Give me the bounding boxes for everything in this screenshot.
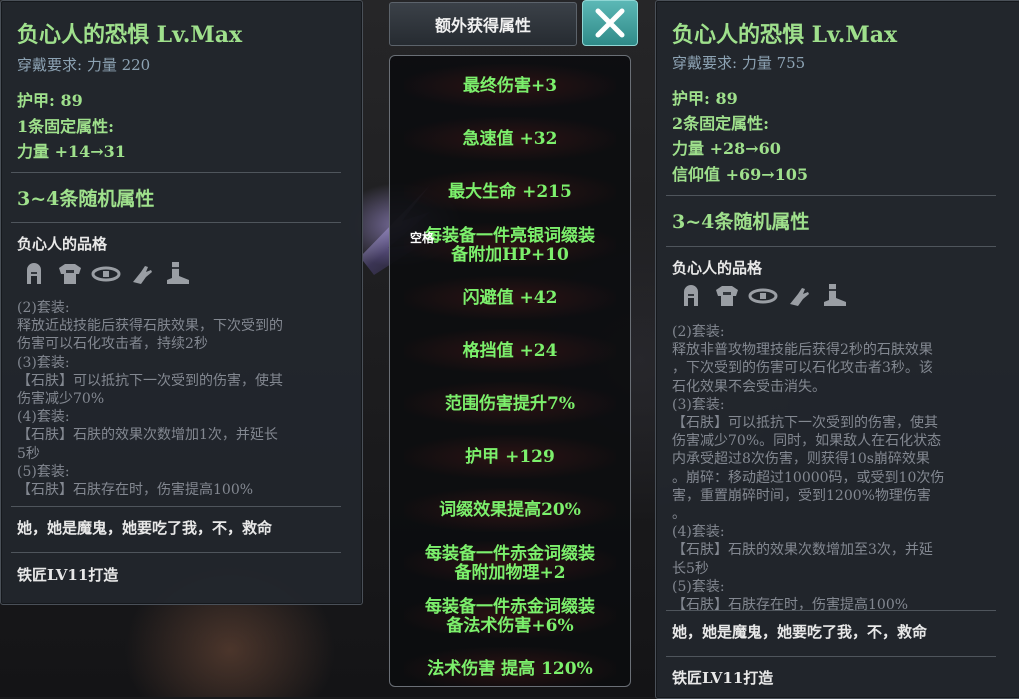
flavor-text: 她，她是魔鬼，她要吃了我，不，救命 <box>672 623 928 641</box>
set-bonus-line: (2)套装: <box>672 324 725 340</box>
set-icons <box>19 258 193 292</box>
belt-icon <box>91 258 121 292</box>
right-item-tooltip: 负心人的恐惧 Lv.Max 穿戴要求: 力量 755 护甲: 89 2条固定属性… <box>655 0 1019 699</box>
armor-value: 护甲: 89 <box>672 89 738 108</box>
gloves-icon <box>127 258 157 292</box>
extra-property-line: 法术伤害 提高 120% <box>427 659 593 679</box>
set-bonus-line: (3)套装: <box>672 396 725 413</box>
set-bonus-line: 伤害减少70% <box>17 391 105 407</box>
random-attr-header: 3~4条随机属性 <box>672 211 810 233</box>
set-bonus-line: 释放非普攻物理技能后获得2秒的石肤效果 <box>672 342 933 359</box>
set-bonus-line: 长5秒 <box>672 560 709 577</box>
chest-armor-icon <box>712 280 742 314</box>
set-name: 负心人的品格 <box>672 259 763 277</box>
extra-property: 每装备一件赤金词缀装 备附加物理+2 <box>390 545 630 583</box>
fixed-attr-header: 2条固定属性: <box>672 114 770 133</box>
close-button[interactable] <box>582 0 638 46</box>
fixed-attr: 信仰值 +69→105 <box>672 165 809 184</box>
set-bonus-line: 内承受超过8次伤害，则获得10s崩碎效果 <box>672 451 930 468</box>
extra-property: 最大生命 +215 <box>390 183 630 202</box>
set-bonus-line: 石化效果不会受击消失。 <box>672 378 826 395</box>
helmet-icon <box>19 258 49 292</box>
extra-property-line: 护甲 +129 <box>465 447 555 467</box>
extra-property: 最终伤害+3 <box>390 77 630 96</box>
extra-property-line: 每装备一件赤金词缀装 <box>425 597 595 617</box>
set-bonus-line: (3)套装: <box>17 354 70 371</box>
item-requirement: 穿戴要求: 力量 755 <box>672 54 806 72</box>
set-bonus-line: 。 <box>672 506 686 522</box>
extra-property-line: 备法术伤害+6% <box>446 616 574 636</box>
fixed-attr: 力量 +28→60 <box>672 139 781 158</box>
boots-icon <box>163 258 193 292</box>
extra-property-line: 备附加物理+2 <box>454 563 566 583</box>
set-bonus-line: 5秒 <box>17 445 40 462</box>
item-title: 负心人的恐惧 Lv.Max <box>17 22 243 48</box>
space-key-hint: 空格 <box>410 231 435 245</box>
item-title: 负心人的恐惧 Lv.Max <box>672 22 898 48</box>
extra-property: 护甲 +129 <box>390 448 630 467</box>
crafter-text: 铁匠LV11打造 <box>672 669 774 687</box>
extra-property: 词缀效果提高20% <box>390 501 630 520</box>
set-bonus-line: 【石肤】石肤存在时，伤害提高100% <box>672 597 909 613</box>
fixed-attr: 力量 +14→31 <box>17 142 126 161</box>
set-bonus-line: (4)套装: <box>672 524 725 541</box>
close-icon <box>595 8 625 38</box>
set-bonus-line: 。崩碎：移动超过10000码，或受到10次伤 <box>672 469 945 486</box>
extra-property: 闪避值 +42 <box>390 289 630 308</box>
helmet-icon <box>676 280 706 314</box>
chest-armor-icon <box>55 258 85 292</box>
set-bonus-line: ，下次受到的伤害可以石化攻击者3秒。该 <box>672 360 933 377</box>
extra-property-line: 最大生命 +215 <box>448 182 572 202</box>
extra-property-line: 急速值 +32 <box>462 129 558 149</box>
flavor-text: 她，她是魔鬼，她要吃了我，不，救命 <box>17 519 273 537</box>
armor-value: 护甲: 89 <box>17 91 83 110</box>
extra-property-line: 每装备一件赤金词缀装 <box>425 544 595 564</box>
set-name: 负心人的品格 <box>17 235 108 253</box>
item-requirement: 穿戴要求: 力量 220 <box>17 56 151 74</box>
set-bonus-line: 【石肤】可以抵抗下一次受到的伤害，使其 <box>672 415 938 431</box>
divider <box>11 506 341 507</box>
extra-property-line: 词缀效果提高20% <box>439 500 581 520</box>
extra-property: 格挡值 +24 <box>390 342 630 361</box>
divider <box>666 195 996 196</box>
boots-icon <box>820 280 850 314</box>
extra-property: 急速值 +32 <box>390 130 630 149</box>
divider <box>666 610 996 611</box>
set-bonus-line: (5)套装: <box>672 578 725 595</box>
set-bonus-line: 【石肤】可以抵抗下一次受到的伤害，使其 <box>17 372 283 389</box>
extra-property-line: 格挡值 +24 <box>462 341 558 361</box>
divider <box>11 222 341 223</box>
set-bonus-line: (2)套装: <box>17 300 70 316</box>
extra-properties-list: 最终伤害+3 急速值 +32 最大生命 +215 每装备一件亮银词缀装 备附加HP+10… <box>389 55 631 687</box>
extra-property: 每装备一件赤金词缀装 备法术伤害+6% <box>390 598 630 636</box>
extra-property-line: 闪避值 +42 <box>462 288 558 308</box>
set-bonus-line: 【石肤】石肤的效果次数增加1次，并延长 <box>17 427 278 444</box>
extra-property-line: 最终伤害+3 <box>462 76 558 96</box>
divider <box>11 552 341 553</box>
set-bonus-line: 害，重置崩碎时间，受到1200%物理伤害 <box>672 487 931 504</box>
extra-property-line: 范围伤害提升7% <box>445 394 575 414</box>
divider <box>666 246 996 247</box>
fixed-attr-header: 1条固定属性: <box>17 117 115 136</box>
set-icons <box>676 280 850 314</box>
set-bonus-line: 【石肤】石肤的效果次数增加至3次，并延 <box>672 542 933 559</box>
extra-property: 范围伤害提升7% <box>390 395 630 414</box>
set-bonus-line: (4)套装: <box>17 409 70 426</box>
extra-properties-header: 额外获得属性 <box>389 2 577 46</box>
divider <box>11 172 341 173</box>
set-bonus-line: 【石肤】石肤存在时，伤害提高100% <box>17 482 254 498</box>
set-bonus-line: 释放近战技能后获得石肤效果，下次受到的 <box>17 318 283 335</box>
extra-property-line: 备附加HP+10 <box>451 245 569 265</box>
extra-property: 法术伤害 提高 120% <box>390 660 630 679</box>
gloves-icon <box>784 280 814 314</box>
set-bonus-line: 伤害减少70%。同时，如果敌人在石化状态 <box>672 433 942 450</box>
crafter-text: 铁匠LV11打造 <box>17 566 119 584</box>
random-attr-header: 3~4条随机属性 <box>17 188 155 210</box>
set-bonus-line: (5)套装: <box>17 463 70 480</box>
divider <box>666 656 996 657</box>
left-item-tooltip: 负心人的恐惧 Lv.Max 穿戴要求: 力量 220 护甲: 89 1条固定属性… <box>0 0 363 605</box>
belt-icon <box>748 280 778 314</box>
set-bonus-line: 伤害可以石化攻击者，持续2秒 <box>17 336 208 353</box>
